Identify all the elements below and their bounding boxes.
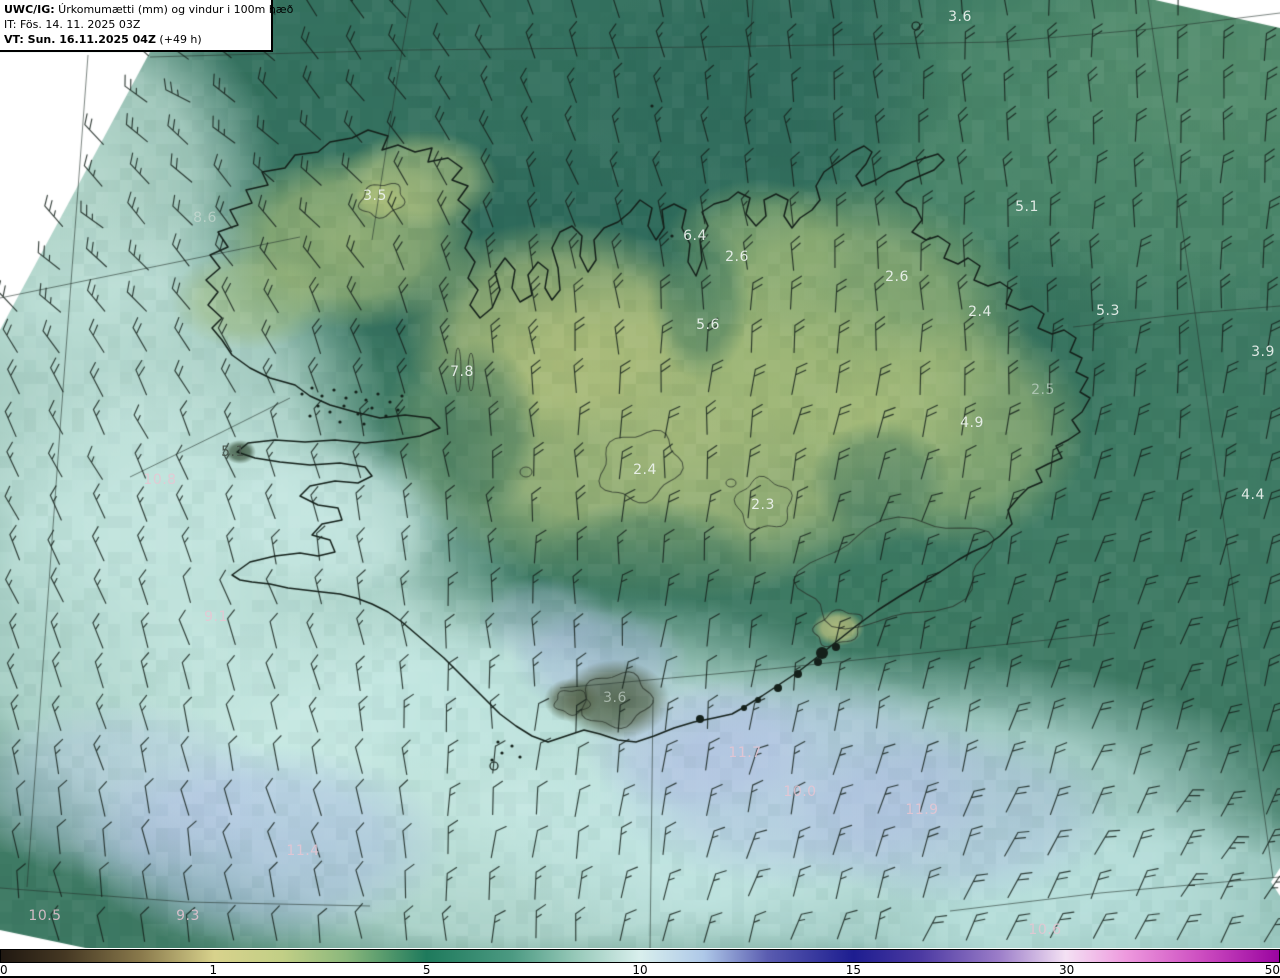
precip-value-label: 11.4 xyxy=(286,843,320,859)
precip-value-label: 9.1 xyxy=(204,609,228,625)
precip-value-label: 2.4 xyxy=(633,462,657,478)
precip-value-label: 10.6 xyxy=(1028,922,1062,938)
title-line-valid-time: VT: Sun. 16.11.2025 04Z (+49 h) xyxy=(4,33,202,46)
precip-value-label: 11.9 xyxy=(905,802,939,818)
precip-value-label: 4.9 xyxy=(960,415,984,431)
precip-value-label: 11.7 xyxy=(728,745,762,761)
precip-value-label: 2.3 xyxy=(751,497,775,513)
precip-value-label: 3.6 xyxy=(948,9,972,25)
colorbar-tick-label: 1 xyxy=(209,963,218,977)
precip-value-label: 2.6 xyxy=(725,249,749,265)
precip-value-label: 3.5 xyxy=(363,188,387,204)
precip-value-label: 10.5 xyxy=(28,908,62,924)
precip-value-label: 2.5 xyxy=(1031,382,1055,398)
precip-value-label: 6.4 xyxy=(683,228,707,244)
precip-value-label: 4.4 xyxy=(1241,487,1265,503)
colorbar-tick-label: 50 xyxy=(1264,963,1280,977)
colorbar-tick-label: 30 xyxy=(1059,963,1075,977)
precip-value-label: 7.8 xyxy=(450,364,474,380)
precip-value-label: 8.6 xyxy=(193,210,217,226)
colorbar-tick-row: 0 1 5 10 15 30 50 xyxy=(0,963,1280,976)
precip-label-layer: 3.6 3.5 8.6 5.1 6.4 2.6 2.6 2.4 5.3 5.6 3.9 7.8 2.5 4… xyxy=(0,0,1280,950)
title-box: UWC/IG: Úrkomumætti (mm) og vindur i 100… xyxy=(0,0,294,52)
colorbar-tick-label: 15 xyxy=(845,963,861,977)
precip-value-label: 5.1 xyxy=(221,444,245,460)
precip-value-label: 2.6 xyxy=(885,269,909,285)
title-line-init-time: IT: Fös. 14. 11. 2025 03Z xyxy=(4,18,141,31)
precip-value-label: 3.9 xyxy=(1251,344,1275,360)
precip-value-label: 10.8 xyxy=(143,472,177,488)
precip-value-label: 5.1 xyxy=(1015,199,1039,215)
colorbar-tick-label: 0 xyxy=(0,963,8,977)
model-id: UWC/IG: xyxy=(4,3,55,16)
weather-map-figure: 3.6 3.5 8.6 5.1 6.4 2.6 2.6 2.4 5.3 5.6 3.9 7.8 2.5 4… xyxy=(0,0,1280,978)
title-line-model: UWC/IG: Úrkomumætti (mm) og vindur i 100… xyxy=(4,3,294,16)
colorbar-tick-label: 5 xyxy=(422,963,431,977)
precip-value-label: 5.6 xyxy=(696,317,720,333)
precip-value-label: 3.6 xyxy=(603,690,627,706)
precip-value-label: 2.4 xyxy=(968,304,992,320)
colorbar: 0 1 5 10 15 30 50 xyxy=(0,948,1280,976)
colorbar-tick-label: 10 xyxy=(632,963,648,977)
precip-value-label: 9.3 xyxy=(176,908,200,924)
precip-value-label: 5.3 xyxy=(1096,303,1120,319)
colorbar-gradient xyxy=(0,949,1280,963)
precip-value-label: 10.0 xyxy=(783,784,817,800)
